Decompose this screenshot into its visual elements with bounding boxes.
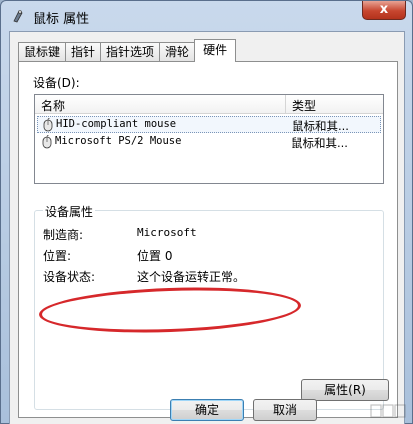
status-label: 设备状态: xyxy=(43,270,96,284)
status-value: 这个设备运转正常。 xyxy=(137,270,246,284)
tab-hardware[interactable]: 硬件 xyxy=(194,39,237,62)
tab-wheel[interactable]: 滑轮 xyxy=(159,42,196,62)
mouse-device-icon xyxy=(43,118,53,132)
devices-label: 设备(D): xyxy=(33,76,80,90)
ok-button[interactable]: 确定 xyxy=(170,399,244,421)
title-bar[interactable]: 鼠标 属性 x xyxy=(1,1,412,31)
column-header-name[interactable]: 名称 xyxy=(41,97,65,114)
tab-buttons[interactable]: 鼠标键 xyxy=(18,42,67,62)
device-list[interactable]: 名称 类型 HID-compliant mouse 鼠标和其... Micros… xyxy=(34,94,384,184)
tab-pointer-options[interactable]: 指针选项 xyxy=(100,42,161,62)
location-value: 位置 0 xyxy=(137,249,173,263)
column-header-type[interactable]: 类型 xyxy=(292,97,316,114)
list-header: 名称 类型 xyxy=(35,95,383,114)
close-button[interactable]: x xyxy=(362,1,406,20)
mouse-device-icon xyxy=(42,135,52,149)
list-item[interactable]: Microsoft PS/2 Mouse 鼠标和其... xyxy=(37,134,381,151)
manufacturer-label: 制造商: xyxy=(43,228,84,242)
cancel-button[interactable]: 取消 xyxy=(253,399,317,421)
column-divider[interactable] xyxy=(285,95,286,114)
window-title: 鼠标 属性 xyxy=(33,12,90,27)
device-type: 鼠标和其... xyxy=(291,136,348,150)
dialog-client: 鼠标键 指针 指针选项 滑轮 硬件 设备(D): 名称 类型 HID-compl… xyxy=(9,31,405,424)
device-name: HID-compliant mouse xyxy=(56,118,177,130)
device-properties-title: 设备属性 xyxy=(43,203,96,220)
device-name: Microsoft PS/2 Mouse xyxy=(55,135,182,147)
hardware-panel: 设备(D): 名称 类型 HID-compliant mouse 鼠标和其... xyxy=(18,61,398,418)
mouse-properties-window: 鼠标 属性 x 鼠标键 指针 指针选项 滑轮 硬件 设备(D): 名称 类型 H… xyxy=(0,0,413,424)
mouse-icon xyxy=(13,10,23,23)
properties-button[interactable]: 属性(R) xyxy=(301,379,389,401)
tab-pointers[interactable]: 指针 xyxy=(65,42,102,62)
device-type: 鼠标和其... xyxy=(292,119,349,133)
watermark-logo-icon xyxy=(370,404,406,418)
tab-strip: 鼠标键 指针 指针选项 滑轮 硬件 xyxy=(18,39,237,62)
location-label: 位置: xyxy=(43,249,72,263)
list-item[interactable]: HID-compliant mouse 鼠标和其... xyxy=(37,116,381,133)
manufacturer-value: Microsoft xyxy=(137,226,197,239)
